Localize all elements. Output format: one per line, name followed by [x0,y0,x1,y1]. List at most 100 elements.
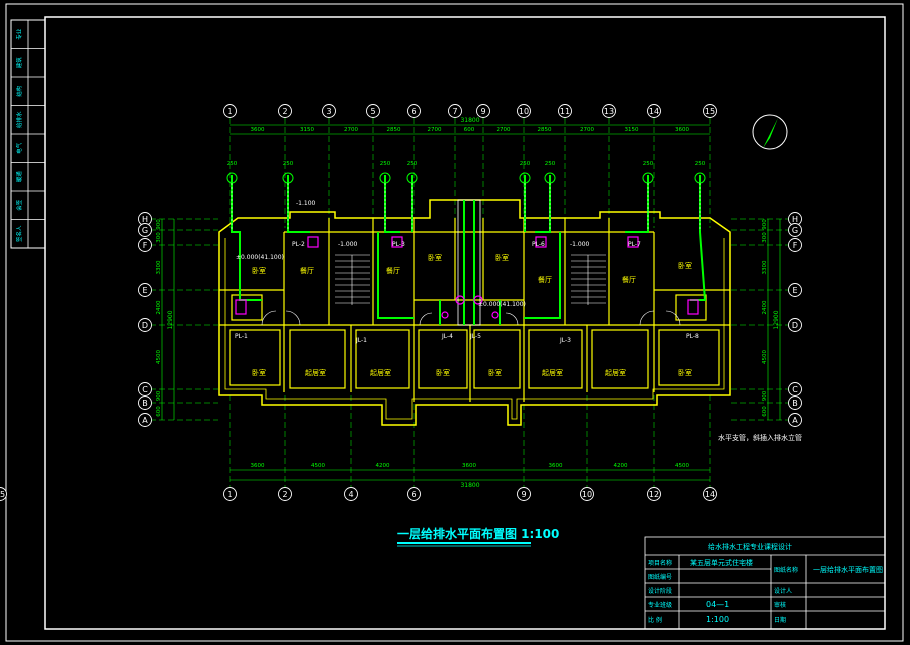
axis-bubble-left: C [142,385,148,394]
dim-text-bottom: 4200 [614,463,628,469]
room-bedroom-6: 卧室 [436,368,450,377]
side-strip-cell: 专业 [15,28,23,40]
dim-text-bottom: 4500 [311,463,325,469]
axis-bubble-bottom: 4 [348,490,353,499]
axis-bubble-right: A [792,416,798,425]
axis-bubble-top: 10 [519,107,529,116]
tag-jl3: JL-3 [559,337,571,344]
axis-bubble-bottom: 14 [705,490,715,499]
room-living-2: 起居室 [370,368,391,377]
tag-pl3: PL-3 [392,241,405,248]
axis-bubble-bottom: 9 [521,490,526,499]
riser-size: 250 [283,161,294,167]
room-bedroom-1: 卧室 [252,266,266,275]
axis-bubble-left: F [143,241,148,250]
axis-bubble-left: B [142,399,148,408]
axis-bubble-top: 2 [282,107,287,116]
axis-bubble-left: A [142,416,148,425]
side-strip-cell: 给排水 [15,111,23,128]
elev-stair-right: -1.000 [570,241,590,248]
axis-bubble-right: D [792,321,798,330]
axis-bubble-top: 1 [227,107,232,116]
room-bedroom-8: 卧室 [678,368,692,377]
axis-bubble-bottom: 6 [411,490,416,499]
dim-text-right: 900 [762,390,768,401]
room-bedroom-7: 卧室 [488,368,502,377]
axis-bubble-bottom: 10 [582,490,592,499]
axis-bubble-top: 15 [705,107,715,116]
room-bedroom-3: 卧室 [495,253,509,262]
pipe-note: 水平支管，斜插入排水立管 [718,433,802,442]
axis-bubble-top: 9 [480,107,485,116]
tb-project-value: 某五层单元式住宅楼 [690,558,753,567]
tag-pl6: PL-6 [532,241,545,248]
axis-bubble-bottom: 1 [227,490,232,499]
axis-bubble-left: D [142,321,148,330]
dimension-lines: 3600 3150 2700 2850 2700 600 2700 2850 2700 3150 3… [156,117,781,489]
tb-drawing-label: 图纸名称 [774,566,798,574]
dim-text-top: 3600 [251,127,265,133]
dim-text-top: 2700 [344,127,358,133]
axis-bubble-right: F [793,241,798,250]
tag-pl7: PL-7 [628,241,641,248]
dim-text-bottom: 3600 [462,463,476,469]
axis-bubble-top: 13 [604,107,614,116]
tb-drawing-value: 一层给排水平面布置图 [813,565,883,574]
tb-scale-value: 1:100 [706,615,729,624]
drawing-title: 一层给排水平面布置图 1:100 [397,526,559,541]
axis-bubble-right: H [792,215,798,224]
tb-check-label: 审核 [774,601,786,609]
axis-bubble-right: C [792,385,798,394]
dim-text-left: 900 [156,390,162,401]
dim-text-left: 4500 [156,350,162,364]
axis-bubble-top: 11 [560,107,570,116]
axis-bubble-left: E [142,286,147,295]
room-bedroom-4: 卧室 [678,261,692,270]
axis-bubble-top: 3 [326,107,331,116]
room-dining-1: 餐厅 [300,266,314,275]
tb-header: 给水排水工程专业课程设计 [708,542,792,551]
dim-text-left: 300 [156,232,162,243]
riser-size: 250 [407,161,418,167]
tag-pl8: PL-8 [686,333,699,340]
dim-text-left: 900 [156,219,162,230]
dim-text-top: 3150 [300,127,314,133]
dim-text-bottom-total: 31800 [460,482,479,489]
side-strip-cell: 签名人 [15,225,23,242]
dim-text-left: 600 [156,406,162,417]
side-strip-cell: 电气 [15,142,23,154]
elev-stair-left: -1.000 [338,241,358,248]
center-shaft [457,199,481,326]
tb-row3-label: 设计阶段 [648,587,672,595]
tag-pl1: PL-1 [235,333,248,340]
axis-bubble-bottom: 15 [0,490,5,499]
side-strip-cell: 结构 [15,85,23,97]
tb-drawing-no: 04—1 [706,600,729,609]
dim-text-top: 2700 [497,127,511,133]
dim-text-bottom: 3600 [549,463,563,469]
riser-size: 250 [695,161,706,167]
elev-center: ±0.000(41.100) [478,301,526,308]
water-pipes [231,175,707,325]
riser-size: 250 [380,161,391,167]
room-dining-2: 餐厅 [386,266,400,275]
tb-date-label: 日期 [774,616,786,624]
dim-text-right: 600 [762,406,768,417]
doors [261,310,681,326]
side-strip: 专业建筑结构给排水电气暖通会签签名人 [10,19,46,249]
axis-bubble-left: G [142,226,148,235]
dim-text-left: 2400 [156,300,162,314]
room-bedroom-2: 卧室 [428,253,442,262]
dim-text-top-total: 31800 [460,117,479,124]
dim-text-left: 3300 [156,260,162,274]
dim-text-right: 900 [762,219,768,230]
tag-jl4: JL-4 [441,333,453,340]
dim-text-right: 4500 [762,350,768,364]
riser-size: 250 [643,161,654,167]
dim-text-top: 3150 [625,127,639,133]
tb-project-label: 项目名称 [648,559,672,567]
room-bedroom-5: 卧室 [252,368,266,377]
axis-bubble-left: H [142,215,148,224]
tag-jl1: JL-1 [355,337,367,344]
dim-text-bottom: 3600 [251,463,265,469]
